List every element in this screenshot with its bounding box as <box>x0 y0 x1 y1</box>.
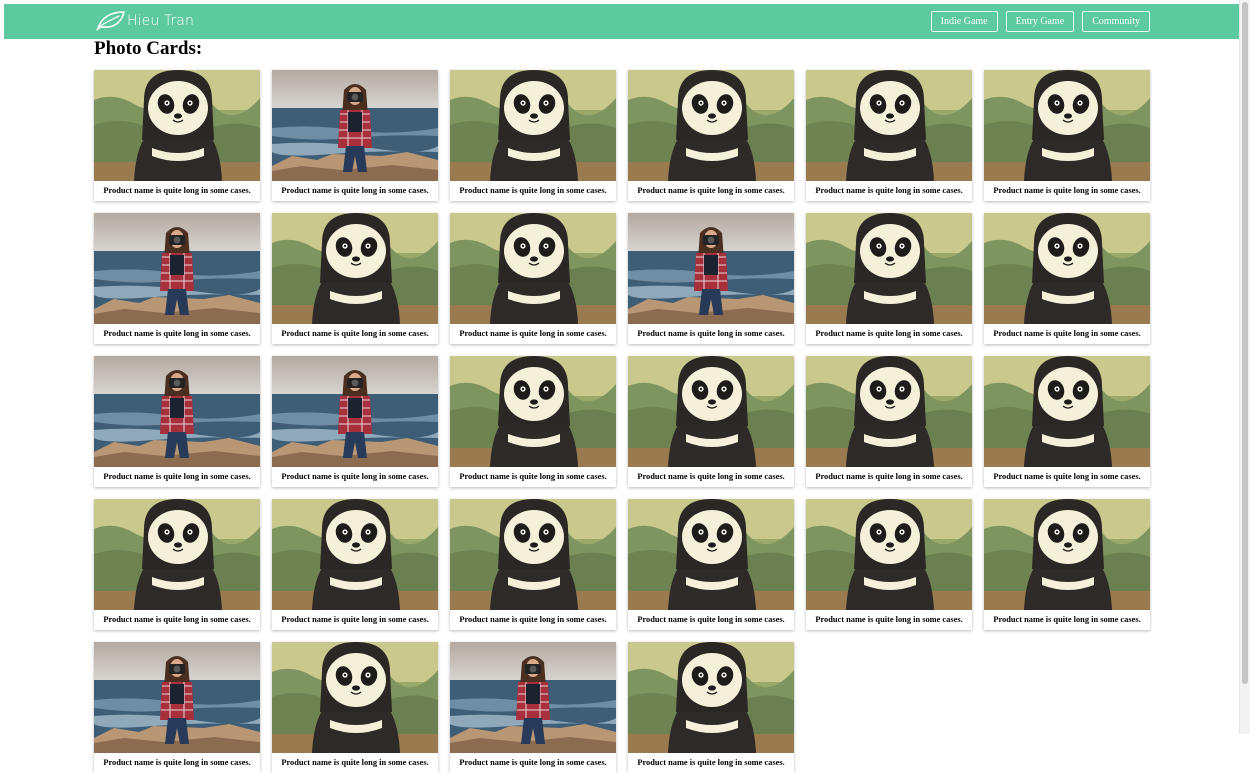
photo-card[interactable]: Product name is quite long in some cases… <box>806 499 972 630</box>
panda-painting-image <box>984 213 1150 324</box>
photo-card[interactable]: Product name is quite long in some cases… <box>806 213 972 344</box>
card-caption: Product name is quite long in some cases… <box>103 758 251 767</box>
photo-card[interactable]: Product name is quite long in some cases… <box>806 70 972 201</box>
girl-with-camera-image <box>450 642 616 753</box>
card-caption: Product name is quite long in some cases… <box>103 186 251 195</box>
card-caption: Product name is quite long in some cases… <box>281 186 429 195</box>
card-caption: Product name is quite long in some cases… <box>459 472 607 481</box>
photo-card[interactable]: Product name is quite long in some cases… <box>628 356 794 487</box>
panda-painting-image <box>94 499 260 610</box>
leaf-icon <box>95 9 127 33</box>
girl-with-camera-image <box>272 70 438 181</box>
girl-with-camera-image <box>94 356 260 467</box>
top-navbar: Hieu Tran Indie Game Entry Game Communit… <box>4 4 1239 39</box>
card-caption: Product name is quite long in some cases… <box>103 615 251 624</box>
card-caption: Product name is quite long in some cases… <box>993 329 1141 338</box>
panda-painting-image <box>984 70 1150 181</box>
panda-painting-image <box>806 356 972 467</box>
photo-card[interactable]: Product name is quite long in some cases… <box>272 356 438 487</box>
card-caption: Product name is quite long in some cases… <box>637 615 785 624</box>
photo-card[interactable]: Product name is quite long in some cases… <box>94 499 260 630</box>
brand-link[interactable]: Hieu Tran <box>95 9 194 33</box>
card-caption: Product name is quite long in some cases… <box>993 472 1141 481</box>
panda-painting-image <box>272 213 438 324</box>
nav-indie-game-button[interactable]: Indie Game <box>930 11 998 32</box>
photo-card[interactable]: Product name is quite long in some cases… <box>94 213 260 344</box>
panda-painting-image <box>628 70 794 181</box>
photo-card[interactable]: Product name is quite long in some cases… <box>94 356 260 487</box>
photo-card[interactable]: Product name is quite long in some cases… <box>984 213 1150 344</box>
card-caption: Product name is quite long in some cases… <box>815 615 963 624</box>
panda-painting-image <box>984 499 1150 610</box>
card-caption: Product name is quite long in some cases… <box>993 615 1141 624</box>
photo-card[interactable]: Product name is quite long in some cases… <box>984 499 1150 630</box>
panda-painting-image <box>628 356 794 467</box>
card-caption: Product name is quite long in some cases… <box>281 615 429 624</box>
photo-card[interactable]: Product name is quite long in some cases… <box>94 70 260 201</box>
photo-card[interactable]: Product name is quite long in some cases… <box>450 356 616 487</box>
page-title: Photo Cards: <box>94 38 203 59</box>
nav-community-button[interactable]: Community <box>1082 11 1150 32</box>
photo-card[interactable]: Product name is quite long in some cases… <box>628 70 794 201</box>
card-caption: Product name is quite long in some cases… <box>103 472 251 481</box>
panda-painting-image <box>450 356 616 467</box>
panda-painting-image <box>806 499 972 610</box>
photo-card[interactable]: Product name is quite long in some cases… <box>272 213 438 344</box>
card-caption: Product name is quite long in some cases… <box>281 472 429 481</box>
card-caption: Product name is quite long in some cases… <box>637 329 785 338</box>
photo-card[interactable]: Product name is quite long in some cases… <box>806 356 972 487</box>
panda-painting-image <box>94 70 260 181</box>
photo-card[interactable]: Product name is quite long in some cases… <box>984 70 1150 201</box>
photo-card[interactable]: Product name is quite long in some cases… <box>628 213 794 344</box>
panda-painting-image <box>984 356 1150 467</box>
photo-card[interactable]: Product name is quite long in some cases… <box>272 70 438 201</box>
page-scrollbar[interactable] <box>1239 0 1250 734</box>
card-caption: Product name is quite long in some cases… <box>637 186 785 195</box>
panda-painting-image <box>806 70 972 181</box>
photo-card[interactable]: Product name is quite long in some cases… <box>628 642 794 773</box>
card-caption: Product name is quite long in some cases… <box>459 615 607 624</box>
panda-painting-image <box>272 642 438 753</box>
card-caption: Product name is quite long in some cases… <box>815 186 963 195</box>
girl-with-camera-image <box>628 213 794 324</box>
panda-painting-image <box>450 70 616 181</box>
girl-with-camera-image <box>94 213 260 324</box>
card-caption: Product name is quite long in some cases… <box>459 329 607 338</box>
card-caption: Product name is quite long in some cases… <box>815 329 963 338</box>
card-caption: Product name is quite long in some cases… <box>103 329 251 338</box>
panda-painting-image <box>628 499 794 610</box>
photo-card[interactable]: Product name is quite long in some cases… <box>984 356 1150 487</box>
panda-painting-image <box>272 499 438 610</box>
photo-card[interactable]: Product name is quite long in some cases… <box>450 642 616 773</box>
panda-painting-image <box>450 499 616 610</box>
photo-card[interactable]: Product name is quite long in some cases… <box>450 70 616 201</box>
photo-card-grid: Product name is quite long in some cases… <box>94 70 1150 773</box>
card-caption: Product name is quite long in some cases… <box>281 758 429 767</box>
card-caption: Product name is quite long in some cases… <box>993 186 1141 195</box>
card-caption: Product name is quite long in some cases… <box>637 472 785 481</box>
photo-card[interactable]: Product name is quite long in some cases… <box>272 499 438 630</box>
photo-card[interactable]: Product name is quite long in some cases… <box>94 642 260 773</box>
photo-card[interactable]: Product name is quite long in some cases… <box>272 642 438 773</box>
card-caption: Product name is quite long in some cases… <box>815 472 963 481</box>
nav-entry-game-button[interactable]: Entry Game <box>1005 11 1075 32</box>
card-caption: Product name is quite long in some cases… <box>459 758 607 767</box>
girl-with-camera-image <box>94 642 260 753</box>
brand-name: Hieu Tran <box>127 13 194 29</box>
panda-painting-image <box>450 213 616 324</box>
card-caption: Product name is quite long in some cases… <box>281 329 429 338</box>
panda-painting-image <box>628 642 794 753</box>
panda-painting-image <box>806 213 972 324</box>
nav-links: Indie Game Entry Game Community <box>930 11 1150 32</box>
photo-card[interactable]: Product name is quite long in some cases… <box>450 213 616 344</box>
girl-with-camera-image <box>272 356 438 467</box>
photo-card[interactable]: Product name is quite long in some cases… <box>628 499 794 630</box>
card-caption: Product name is quite long in some cases… <box>637 758 785 767</box>
scrollbar-thumb[interactable] <box>1242 2 1248 684</box>
photo-card[interactable]: Product name is quite long in some cases… <box>450 499 616 630</box>
card-caption: Product name is quite long in some cases… <box>459 186 607 195</box>
